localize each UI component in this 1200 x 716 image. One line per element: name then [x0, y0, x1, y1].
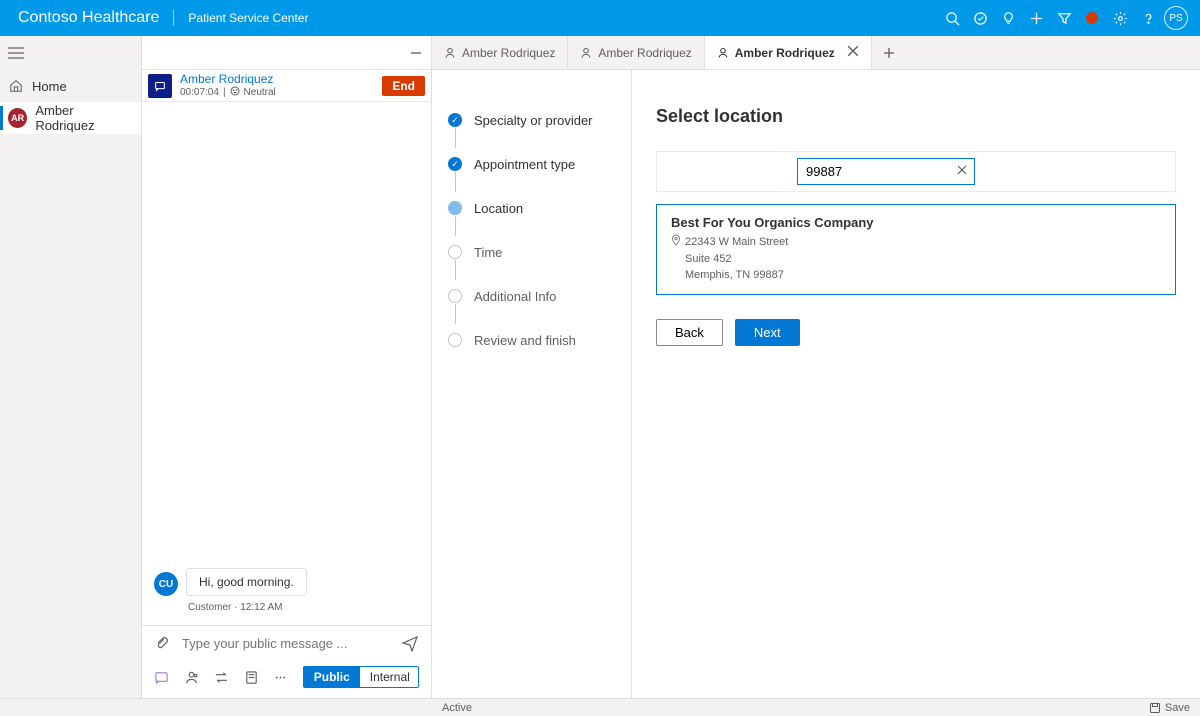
user-avatar[interactable]: PS [1162, 4, 1190, 32]
form-heading: Select location [656, 106, 1176, 127]
tab-label: Amber Rodriquez [735, 46, 835, 60]
chat-channel-icon [148, 74, 172, 98]
home-icon [8, 78, 24, 94]
tab-label: Amber Rodriquez [598, 46, 691, 60]
convo-timer: 00:07:04 [180, 87, 219, 98]
addr-line2: Suite 452 [685, 251, 788, 268]
gear-icon[interactable] [1106, 4, 1134, 32]
convo-name: Amber Rodriquez [180, 72, 374, 86]
task-check-icon[interactable] [966, 4, 994, 32]
send-icon[interactable] [401, 634, 419, 652]
convo-messages: CU Hi, good morning. Customer · 12:12 AM [142, 102, 431, 625]
back-button[interactable]: Back [656, 319, 723, 346]
toggle-public[interactable]: Public [304, 667, 360, 687]
customer-badge: CU [154, 572, 178, 596]
convo-sentiment: Neutral [244, 87, 276, 98]
header-divider [173, 10, 174, 26]
tab-amber-2[interactable]: Amber Rodriquez [705, 36, 872, 69]
search-container [656, 151, 1176, 192]
convo-header: Amber Rodriquez 00:07:04 | Neutral End [142, 70, 431, 102]
next-button[interactable]: Next [735, 319, 800, 346]
paperclip-icon[interactable] [154, 635, 170, 651]
tab-amber-0[interactable]: Amber Rodriquez [432, 36, 568, 69]
filter-icon[interactable] [1050, 4, 1078, 32]
step-location[interactable]: Location [448, 186, 619, 230]
step-additional-info[interactable]: Additional Info [448, 274, 619, 318]
header-section: Patient Service Center [188, 11, 308, 25]
nav-patient-label: Amber Rodriquez [35, 103, 133, 133]
pin-icon [671, 234, 681, 284]
search-icon[interactable] [938, 4, 966, 32]
status-bar: Active Save [0, 698, 1200, 716]
record-indicator[interactable] [1078, 4, 1106, 32]
workbench: Amber Rodriquez Amber Rodriquez Amber Ro… [432, 36, 1200, 698]
step-review[interactable]: Review and finish [448, 318, 619, 362]
addr-line3: Memphis, TN 99887 [685, 267, 788, 284]
addr-line1: 22343 W Main Street [685, 234, 788, 251]
compose-input[interactable] [182, 636, 389, 651]
sentiment-icon [230, 86, 240, 99]
clear-icon[interactable] [956, 164, 968, 179]
step-specialty[interactable]: ✓Specialty or provider [448, 98, 619, 142]
status-state: Active [442, 702, 472, 714]
global-header: Contoso Healthcare Patient Service Cente… [0, 0, 1200, 36]
toggle-internal[interactable]: Internal [360, 667, 419, 687]
step-appointment-type[interactable]: ✓Appointment type [448, 142, 619, 186]
nav-home-label: Home [32, 79, 67, 94]
conversation-panel: Amber Rodriquez 00:07:04 | Neutral End C… [142, 36, 432, 698]
help-icon[interactable] [1134, 4, 1162, 32]
status-save[interactable]: Save [1149, 702, 1190, 714]
location-search-input[interactable] [798, 159, 974, 184]
lightbulb-icon[interactable] [994, 4, 1022, 32]
convo-minimize[interactable] [142, 36, 431, 70]
nav-home[interactable]: Home [0, 70, 141, 102]
plus-icon[interactable] [1022, 4, 1050, 32]
app-title: Contoso Healthcare [18, 9, 159, 27]
message-bubble: Hi, good morning. [186, 568, 307, 596]
visibility-toggle: Public Internal [303, 666, 419, 688]
nav-panel: Home AR Amber Rodriquez [0, 36, 142, 698]
transfer-icon[interactable] [214, 669, 230, 685]
new-tab-icon[interactable] [872, 36, 906, 69]
message-meta: Customer · 12:12 AM [188, 602, 419, 613]
tab-label: Amber Rodriquez [462, 46, 555, 60]
patient-avatar-badge: AR [8, 108, 27, 128]
consult-icon[interactable] [184, 669, 200, 685]
tab-amber-1[interactable]: Amber Rodriquez [568, 36, 704, 69]
end-conversation-button[interactable]: End [382, 76, 425, 96]
hamburger-icon[interactable] [0, 36, 141, 70]
location-result[interactable]: Best For You Organics Company 22343 W Ma… [656, 204, 1176, 295]
tabstrip: Amber Rodriquez Amber Rodriquez Amber Ro… [432, 36, 1200, 70]
more-icon[interactable] [273, 669, 289, 685]
nav-patient[interactable]: AR Amber Rodriquez [0, 102, 141, 134]
close-icon[interactable] [847, 45, 859, 60]
form-area: Select location Best For You Organics Co… [632, 70, 1200, 698]
result-title: Best For You Organics Company [671, 215, 1161, 230]
compose-area: Public Internal [142, 625, 431, 698]
step-time[interactable]: Time [448, 230, 619, 274]
notes-icon[interactable] [243, 669, 259, 685]
wizard-steps: ✓Specialty or provider ✓Appointment type… [432, 70, 632, 698]
quick-replies-icon[interactable] [154, 669, 170, 685]
